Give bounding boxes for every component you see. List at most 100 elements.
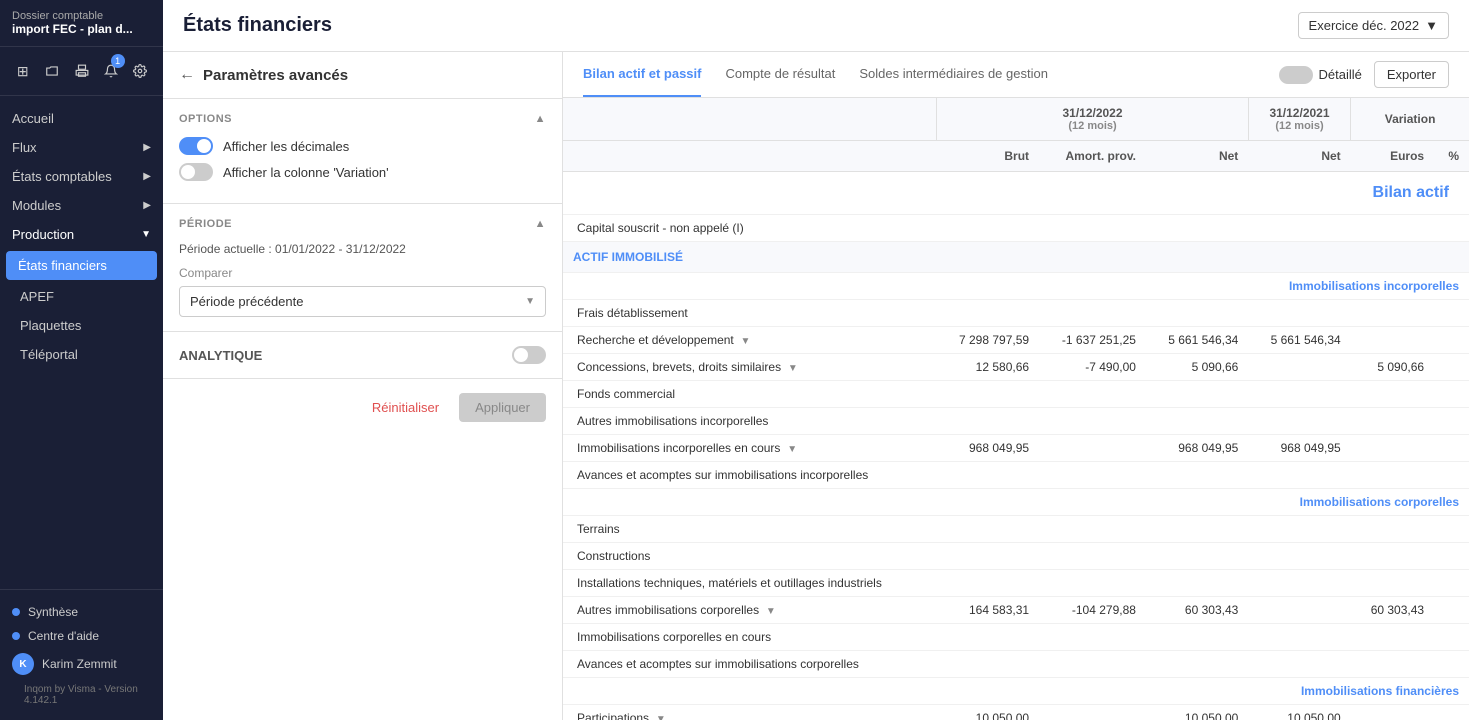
data-cell-euros: [1351, 624, 1434, 651]
reset-button[interactable]: Réinitialiser: [362, 393, 449, 422]
data-cell-euros: [1351, 215, 1434, 242]
detail-toggle-switch[interactable]: [1279, 66, 1313, 84]
label-cell: Fonds commercial: [563, 381, 937, 408]
collapse-icon[interactable]: ▲: [535, 218, 546, 230]
data-cell-pct: [1434, 570, 1469, 597]
data-cell-pct: [1434, 435, 1469, 462]
data-cell-net1: [1146, 570, 1248, 597]
subsection-header-cell: Immobilisations corporelles: [563, 489, 1469, 516]
settings-icon[interactable]: [130, 57, 151, 85]
data-cell-net1: 60 303,43: [1146, 597, 1248, 624]
sidebar-item-etats-comptables[interactable]: États comptables ▶: [0, 162, 163, 191]
data-cell-euros: [1351, 300, 1434, 327]
data-cell-pct: [1434, 300, 1469, 327]
folder-icon[interactable]: [41, 57, 62, 85]
exercise-selector[interactable]: Exercice déc. 2022 ▼: [1298, 12, 1449, 39]
label-cell: Frais détablissement: [563, 300, 937, 327]
tab-bilan[interactable]: Bilan actif et passif: [583, 52, 701, 97]
data-cell-net1: [1146, 651, 1248, 678]
sidebar-item-etats-financiers[interactable]: États financiers: [6, 251, 157, 280]
data-cell-brut: [937, 408, 1039, 435]
data-cell-net2: [1248, 624, 1350, 651]
sub-col-label: [563, 141, 937, 172]
tab-actions: Détaillé Exporter: [1279, 61, 1450, 88]
sidebar-item-modules[interactable]: Modules ▶: [0, 191, 163, 220]
subsection-header-cell: Immobilisations incorporelles: [563, 273, 1469, 300]
data-cell-brut: 7 298 797,59: [937, 327, 1039, 354]
table-row: Frais détablissement: [563, 300, 1469, 327]
data-cell-pct: [1434, 624, 1469, 651]
table-row: Capital souscrit - non appelé (I): [563, 215, 1469, 242]
data-cell-brut: [937, 516, 1039, 543]
variation-row: Afficher la colonne 'Variation': [179, 163, 546, 181]
detail-label: Détaillé: [1319, 67, 1362, 82]
analytique-toggle[interactable]: [512, 346, 546, 364]
data-cell-pct: [1434, 516, 1469, 543]
user-item[interactable]: K Karim Zemmit: [12, 648, 151, 680]
label-cell: Terrains: [563, 516, 937, 543]
chevron-icon: ▶: [143, 142, 151, 153]
decimales-toggle[interactable]: [179, 137, 213, 155]
tab-compte[interactable]: Compte de résultat: [725, 52, 835, 97]
sidebar-item-teleportal[interactable]: Téléportal: [0, 340, 163, 369]
label-cell: Constructions: [563, 543, 937, 570]
expand-icon[interactable]: ▼: [738, 336, 751, 347]
variation-toggle[interactable]: [179, 163, 213, 181]
sidebar-item-production[interactable]: Production ▼: [0, 220, 163, 249]
data-cell-net2: [1248, 516, 1350, 543]
table-row: ACTIF IMMOBILISÉ: [563, 242, 1469, 273]
data-cell-net1: [1146, 543, 1248, 570]
tab-soldes[interactable]: Soldes intermédiaires de gestion: [859, 52, 1048, 97]
sidebar-item-apef[interactable]: APEF: [0, 282, 163, 311]
synthese-item[interactable]: Synthèse: [12, 600, 151, 624]
export-button[interactable]: Exporter: [1374, 61, 1449, 88]
apply-button[interactable]: Appliquer: [459, 393, 546, 422]
data-cell-net1: [1146, 300, 1248, 327]
detail-toggle-group: Détaillé: [1279, 66, 1362, 84]
expand-icon[interactable]: ▼: [785, 363, 798, 374]
centre-aide-item[interactable]: Centre d'aide: [12, 624, 151, 648]
expand-icon[interactable]: ▼: [653, 714, 666, 720]
back-icon[interactable]: ←: [179, 66, 195, 84]
data-cell-amort: [1039, 543, 1146, 570]
data-cell-amort: [1039, 300, 1146, 327]
data-cell-euros: [1351, 327, 1434, 354]
expand-icon[interactable]: ▼: [784, 444, 797, 455]
data-cell-amort: [1039, 651, 1146, 678]
sidebar-item-plaquettes[interactable]: Plaquettes: [0, 311, 163, 340]
data-cell-net2: [1248, 543, 1350, 570]
col-variation-header: Variation: [1351, 98, 1469, 141]
data-cell-net1: 968 049,95: [1146, 435, 1248, 462]
chevron-icon: ▶: [143, 200, 151, 211]
data-cell-euros: [1351, 651, 1434, 678]
sidebar-item-flux[interactable]: Flux ▶: [0, 133, 163, 162]
analytique-row: ANALYTIQUE: [179, 346, 546, 364]
data-cell-brut: [937, 462, 1039, 489]
table-row: Immobilisations corporelles: [563, 489, 1469, 516]
right-panel: Bilan actif et passif Compte de résultat…: [563, 52, 1469, 720]
data-cell-pct: [1434, 543, 1469, 570]
data-cell-pct: [1434, 408, 1469, 435]
data-cell-pct: [1434, 462, 1469, 489]
home-icon[interactable]: ⊞: [12, 57, 33, 85]
periode-select[interactable]: Période précédente ▼: [179, 286, 546, 317]
data-cell-net1: [1146, 215, 1248, 242]
page-header: États financiers Exercice déc. 2022 ▼: [163, 0, 1469, 52]
sub-col-euros: Euros: [1351, 141, 1434, 172]
data-cell-net1: 5 661 546,34: [1146, 327, 1248, 354]
decimales-row: Afficher les décimales: [179, 137, 546, 155]
collapse-icon[interactable]: ▲: [535, 113, 546, 125]
main-content: États financiers Exercice déc. 2022 ▼ ← …: [163, 0, 1469, 720]
tab-bar: Bilan actif et passif Compte de résultat…: [563, 52, 1469, 98]
data-cell-euros: [1351, 435, 1434, 462]
financial-table: 31/12/2022 (12 mois) 31/12/2021 (12 mois…: [563, 98, 1469, 720]
page-title: États financiers: [183, 14, 332, 37]
expand-icon[interactable]: ▼: [763, 606, 776, 617]
print-icon[interactable]: [71, 57, 92, 85]
label-cell: Installations techniques, matériels et o…: [563, 570, 937, 597]
dot-icon: [12, 632, 20, 640]
app-name: Dossier comptable: [12, 10, 151, 22]
chevron-icon: ▶: [143, 171, 151, 182]
sidebar-item-accueil[interactable]: Accueil: [0, 104, 163, 133]
notifications-icon[interactable]: 1: [100, 57, 121, 85]
